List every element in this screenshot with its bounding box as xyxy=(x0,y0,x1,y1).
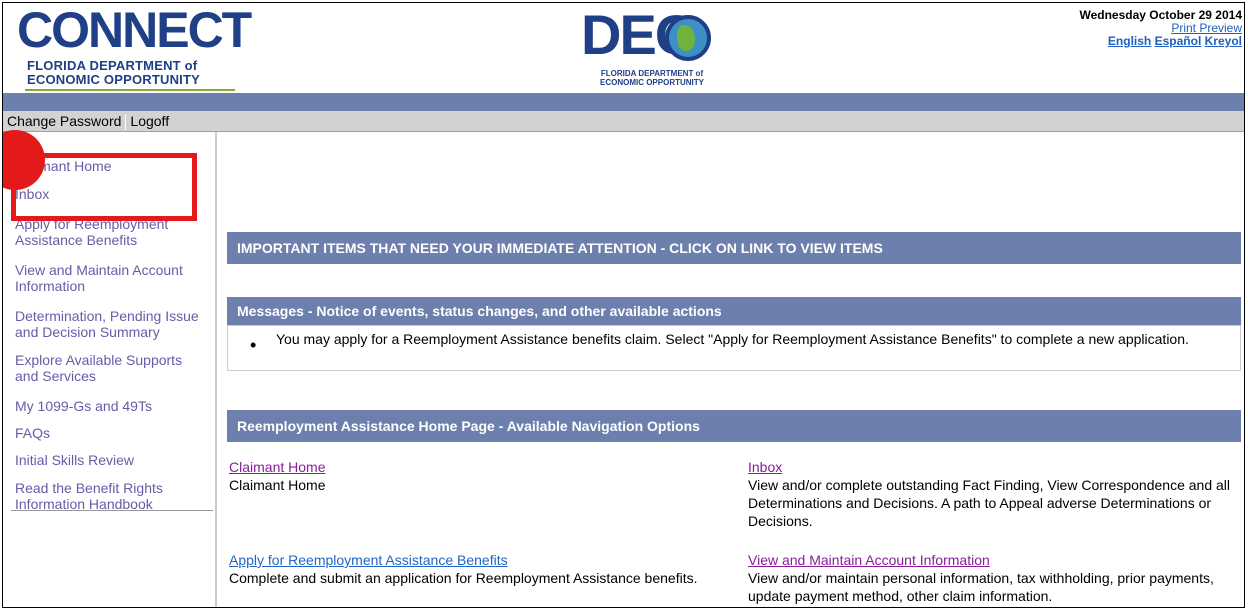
page-frame: CONNECT FLORIDA DEPARTMENT of ECONOMIC O… xyxy=(2,2,1245,608)
message-box: • You may apply for a Reemployment Assis… xyxy=(227,325,1241,371)
option-apply-desc: Complete and submit an application for R… xyxy=(229,570,698,586)
logo-underline xyxy=(25,89,235,91)
deo-logo: DEO FLORIDA DEPARTMENT of ECONOMIC OPPOR… xyxy=(577,7,727,93)
option-apply-link[interactable]: Apply for Reemployment Assistance Benefi… xyxy=(229,552,508,568)
option-inbox-link[interactable]: Inbox xyxy=(748,459,782,475)
message-bullet: • xyxy=(250,335,257,355)
language-english-link[interactable]: English xyxy=(1108,34,1151,48)
language-espanol-link[interactable]: Español xyxy=(1155,34,1202,48)
important-items-header: IMPORTANT ITEMS THAT NEED YOUR IMMEDIATE… xyxy=(227,232,1241,264)
navigation-options-header: Reemployment Assistance Home Page - Avai… xyxy=(227,410,1241,442)
connect-logo-text: CONNECT xyxy=(17,2,252,58)
option-inbox-desc: View and/or complete outstanding Fact Fi… xyxy=(748,477,1230,529)
change-password-link[interactable]: Change Password xyxy=(7,113,121,129)
option-claimant-home-link[interactable]: Claimant Home xyxy=(229,459,325,475)
header-divider-bar xyxy=(3,93,1244,111)
message-text: You may apply for a Reemployment Assista… xyxy=(276,331,1189,347)
header-utility: Wednesday October 29 2014 Print Preview … xyxy=(1079,9,1242,48)
account-toolbar: Change Password Logoff xyxy=(3,111,1244,132)
option-inbox: Inbox View and/or complete outstanding F… xyxy=(748,458,1238,530)
sidebar-item-account-info[interactable]: View and Maintain Account Information xyxy=(15,262,205,294)
connect-logo: CONNECT FLORIDA DEPARTMENT of ECONOMIC O… xyxy=(17,5,252,93)
option-account-info-desc: View and/or maintain personal informatio… xyxy=(748,570,1214,604)
option-account-info-link[interactable]: View and Maintain Account Information xyxy=(748,552,990,568)
sidebar-item-supports[interactable]: Explore Available Supports and Services xyxy=(15,352,205,384)
deo-logo-subtitle: FLORIDA DEPARTMENT of ECONOMIC OPPORTUNI… xyxy=(599,69,704,87)
toolbar-separator xyxy=(125,114,127,131)
sidebar-item-faqs[interactable]: FAQs xyxy=(15,425,205,441)
florida-globe-icon xyxy=(665,15,711,61)
connect-logo-subtitle: FLORIDA DEPARTMENT of ECONOMIC OPPORTUNI… xyxy=(27,58,201,87)
messages-header: Messages - Notice of events, status chan… xyxy=(227,297,1241,325)
annotation-highlight-box xyxy=(11,153,197,221)
option-claimant-home-desc: Claimant Home xyxy=(229,477,326,493)
option-account-info: View and Maintain Account Information Vi… xyxy=(748,551,1238,605)
sidebar-divider xyxy=(11,510,213,511)
sidebar-item-determination[interactable]: Determination, Pending Issue and Decisio… xyxy=(15,308,205,340)
sidebar-item-skills-review[interactable]: Initial Skills Review xyxy=(15,452,205,468)
option-claimant-home: Claimant Home Claimant Home xyxy=(229,458,729,494)
logoff-link[interactable]: Logoff xyxy=(130,113,169,129)
header: CONNECT FLORIDA DEPARTMENT of ECONOMIC O… xyxy=(3,3,1244,93)
language-kreyol-link[interactable]: Kreyol xyxy=(1205,34,1242,48)
option-apply: Apply for Reemployment Assistance Benefi… xyxy=(229,551,729,587)
print-preview-link[interactable]: Print Preview xyxy=(1171,21,1242,35)
sidebar-item-handbook[interactable]: Read the Benefit Rights Information Hand… xyxy=(15,480,205,512)
sidebar-item-1099[interactable]: My 1099-Gs and 49Ts xyxy=(15,398,205,414)
